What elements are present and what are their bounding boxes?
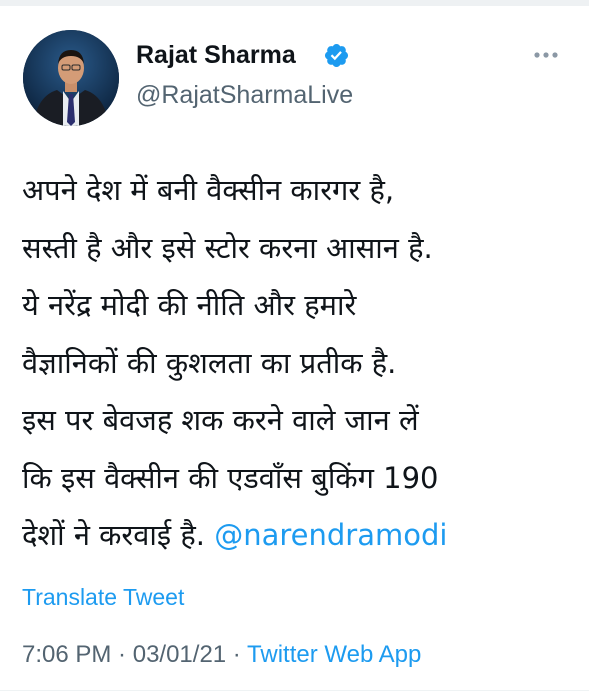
tweet-line: सस्ती है और इसे स्टोर करना आसान है.: [22, 230, 433, 265]
tweet-metadata: 7:06 PM · 03/01/21 · Twitter Web App: [22, 640, 421, 670]
author-name[interactable]: Rajat Sharma: [136, 40, 296, 70]
tweet-line: अपने देश में बनी वैक्सीन कारगर है,: [22, 173, 395, 207]
author-handle[interactable]: @RajatSharmaLive: [136, 80, 353, 110]
meta-separator: ·: [226, 641, 248, 668]
tweet-line-last: देशों ने करवाई है. @narendramodi: [22, 507, 577, 565]
source-app-link[interactable]: Twitter Web App: [247, 641, 421, 668]
tweet-line: कि इस वैक्सीन की एडवॉंस बुकिंग 190: [22, 460, 439, 495]
tweet-line: वैज्ञानिकों की कुशलता का प्रतीक है.: [22, 345, 397, 380]
mention-link[interactable]: @narendramodi: [214, 518, 447, 552]
tweet-time[interactable]: 7:06 PM: [22, 641, 111, 668]
verified-badge-icon: [324, 43, 349, 68]
tweet-card: Rajat Sharma @RajatSharmaLive अपने देश म…: [0, 0, 589, 700]
tweet-line: इस पर बेवजह शक करने वाले जान लें: [22, 403, 419, 437]
top-divider: [0, 0, 589, 6]
avatar[interactable]: [23, 30, 119, 126]
translate-tweet-link[interactable]: Translate Tweet: [22, 582, 184, 612]
avatar-portrait: [23, 30, 119, 126]
bottom-divider: [0, 690, 589, 700]
tweet-line-text: देशों ने करवाई है.: [22, 518, 206, 552]
meta-separator: ·: [111, 641, 133, 668]
tweet-text: अपने देश में बनी वैक्सीन कारगर है, सस्ती…: [22, 162, 577, 565]
tweet-date[interactable]: 03/01/21: [133, 641, 226, 668]
more-horizontal-icon[interactable]: [533, 48, 559, 62]
tweet-line: ये नरेंद्र मोदी की नीति और हमारे: [22, 288, 357, 322]
